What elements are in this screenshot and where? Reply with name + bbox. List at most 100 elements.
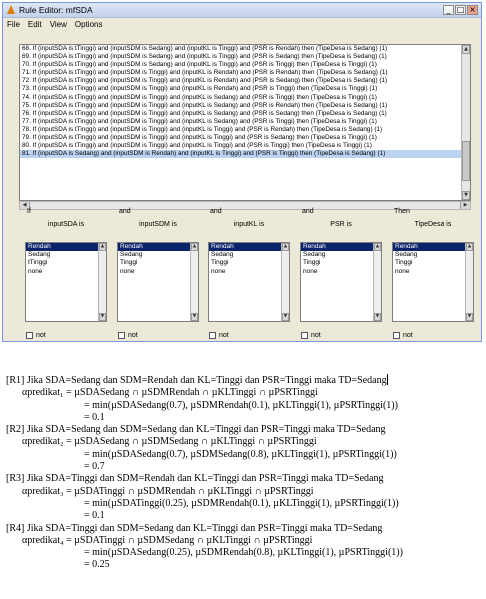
not-label: not [403, 332, 413, 339]
rule-item[interactable]: 71. If (inputSDA is tTinggi) and (inputS… [20, 69, 470, 77]
list-item[interactable]: Tinggi [209, 259, 289, 267]
not-checkbox-inputkl[interactable]: not [209, 332, 229, 339]
rule-item[interactable]: 72. If (inputSDA is tTinggi) and (inputS… [20, 77, 470, 85]
checkbox-icon[interactable] [301, 332, 308, 339]
scroll-up-icon[interactable]: ▲ [462, 45, 470, 54]
scroll-up-icon[interactable]: ▲ [191, 243, 198, 251]
rule-item[interactable]: 73. If (inputSDA is tTinggi) and (inputS… [20, 85, 470, 93]
not-checkbox-tipedesa[interactable]: not [393, 332, 413, 339]
listbox-scrollbar[interactable]: ▲ ▼ [465, 243, 473, 321]
column-label-tipedesa: TipeDesa is [414, 221, 452, 228]
list-item[interactable]: Sedang [393, 251, 473, 259]
scroll-thumb[interactable] [462, 141, 470, 181]
connector-and: and [119, 208, 131, 215]
rule-item[interactable]: 76. If (inputSDA is tTinggi) and (inputS… [20, 110, 470, 118]
rule-item[interactable]: 74. If (inputSDA is tTinggi) and (inputS… [20, 94, 470, 102]
not-label: not [219, 332, 229, 339]
list-item-selected[interactable]: Rendah [393, 243, 473, 252]
scroll-down-icon[interactable]: ▼ [466, 313, 473, 321]
listbox-inputkl[interactable]: Rendah Sedang Tinggi none ▲ ▼ [208, 242, 290, 322]
not-checkbox-inputsdm[interactable]: not [118, 332, 138, 339]
list-item[interactable]: Sedang [118, 251, 198, 259]
list-item[interactable]: Sedang [26, 251, 106, 259]
listbox-inputsdm[interactable]: Rendah Sedang Tinggi none ▲ ▼ [117, 242, 199, 322]
not-checkbox-inputsda[interactable]: not [26, 332, 46, 339]
scroll-down-icon[interactable]: ▼ [374, 313, 381, 321]
checkbox-icon[interactable] [393, 332, 400, 339]
connector-and: and [210, 208, 222, 215]
scroll-down-icon[interactable]: ▼ [282, 313, 289, 321]
list-item[interactable]: none [393, 268, 473, 276]
alpha-predicate-line: αpredikat₂ = µSDASedang ∩ µSDMSedang ∩ µ… [22, 436, 317, 448]
listbox-scrollbar[interactable]: ▲ ▼ [281, 243, 289, 321]
rule-list[interactable]: 68. If (inputSDA is tTinggi) and (inputS… [19, 44, 471, 201]
checkbox-icon[interactable] [118, 332, 125, 339]
list-item[interactable]: Tinggi [301, 259, 381, 267]
listbox-tipedesa[interactable]: Rendah Sedang Tinggi none ▲ ▼ [392, 242, 474, 322]
result-line: = 0.1 [84, 510, 105, 522]
close-button[interactable]: × [467, 5, 478, 15]
listbox-inputsda[interactable]: Rendah Sedang tTinggi none ▲ ▼ [25, 242, 107, 322]
listbox-scrollbar[interactable]: ▲ ▼ [373, 243, 381, 321]
rule-item[interactable]: 77. If (inputSDA is tTinggi) and (inputS… [20, 118, 470, 126]
connector-then: Then [394, 208, 410, 215]
alpha-predicate-line: αpredikat₄ = µSDATinggi ∩ µSDMSedang ∩ µ… [22, 534, 313, 546]
min-expression-line: = min(µSDASedang(0.7), µSDMSedang(0.8), … [84, 448, 397, 460]
list-item-selected[interactable]: Rendah [26, 243, 106, 252]
scroll-down-icon[interactable]: ▼ [99, 313, 106, 321]
list-item[interactable]: tTinggi [26, 259, 106, 267]
window-title: Rule Editor: mfSDA [19, 5, 93, 15]
maximize-button[interactable]: □ [455, 5, 466, 15]
listbox-scrollbar[interactable]: ▲ ▼ [98, 243, 106, 321]
scroll-up-icon[interactable]: ▲ [466, 243, 473, 251]
scroll-right-icon[interactable]: ▶ [460, 202, 470, 209]
scroll-up-icon[interactable]: ▲ [99, 243, 106, 251]
list-item[interactable]: none [301, 268, 381, 276]
list-item[interactable]: none [209, 268, 289, 276]
minimize-button[interactable]: _ [443, 5, 454, 15]
scroll-up-icon[interactable]: ▲ [374, 243, 381, 251]
result-line: = 0.1 [84, 411, 105, 423]
list-item[interactable]: Tinggi [118, 259, 198, 267]
list-item[interactable]: Tinggi [393, 259, 473, 267]
rule-item[interactable]: 70. If (inputSDA is tTinggi) and (inputS… [20, 61, 470, 69]
rule-item[interactable]: 75. If (inputSDA is tTinggi) and (inputS… [20, 102, 470, 110]
menu-options[interactable]: Options [75, 20, 103, 29]
menu-edit[interactable]: Edit [28, 20, 42, 29]
rule-heading: [R1] Jika SDA=Sedang dan SDM=Rendah dan … [6, 374, 482, 387]
rule-item-selected[interactable]: 81. If (inputSDA is Sedang) and (inputSD… [20, 150, 470, 159]
not-label: not [36, 332, 46, 339]
alpha-predicate-line: αpredikat₃ = µSDATinggi ∩ µSDMRendah ∩ µ… [22, 485, 314, 497]
title-bar[interactable]: Rule Editor: mfSDA _ □ × [3, 3, 481, 18]
list-item[interactable]: Sedang [209, 251, 289, 259]
listbox-psr[interactable]: Rendah Sedang Tinggi none ▲ ▼ [300, 242, 382, 322]
scroll-up-icon[interactable]: ▲ [282, 243, 289, 251]
list-item[interactable]: none [26, 268, 106, 276]
menu-file[interactable]: File [7, 20, 20, 29]
rule-item[interactable]: 80. If (inputSDA is tTinggi) and (inputS… [20, 142, 470, 150]
scroll-down-icon[interactable]: ▼ [462, 191, 470, 200]
list-item-selected[interactable]: Rendah [301, 243, 381, 252]
not-label: not [128, 332, 138, 339]
checkbox-icon[interactable] [209, 332, 216, 339]
rule-item[interactable]: 79. If (inputSDA is tTinggi) and (inputS… [20, 134, 470, 142]
scroll-down-icon[interactable]: ▼ [191, 313, 198, 321]
result-line: = 0.7 [84, 461, 105, 473]
list-item[interactable]: none [118, 268, 198, 276]
min-expression-line: = min(µSDASedang(0.7), µSDMRendah(0.1), … [84, 399, 398, 411]
rule-list-vertical-scrollbar[interactable]: ▲ ▼ [461, 45, 470, 200]
column-label-inputsdm: inputSDM is [139, 221, 177, 228]
not-checkbox-psr[interactable]: not [301, 332, 321, 339]
rule-item[interactable]: 68. If (inputSDA is tTinggi) and (inputS… [20, 45, 470, 53]
rule-item[interactable]: 69. If (inputSDA is tTinggi) and (inputS… [20, 53, 470, 61]
checkbox-icon[interactable] [26, 332, 33, 339]
rule-item[interactable]: 78. If (inputSDA is tTinggi) and (inputS… [20, 126, 470, 134]
document-body: [R1] Jika SDA=Sedang dan SDM=Rendah dan … [6, 374, 482, 572]
list-item[interactable]: Sedang [301, 251, 381, 259]
connector-and: and [302, 208, 314, 215]
alpha-predicate-line: αpredikat₁ = µSDASedang ∩ µSDMRendah ∩ µ… [22, 387, 318, 399]
list-item-selected[interactable]: Rendah [209, 243, 289, 252]
list-item-selected[interactable]: Rendah [118, 243, 198, 252]
listbox-scrollbar[interactable]: ▲ ▼ [190, 243, 198, 321]
menu-view[interactable]: View [50, 20, 67, 29]
